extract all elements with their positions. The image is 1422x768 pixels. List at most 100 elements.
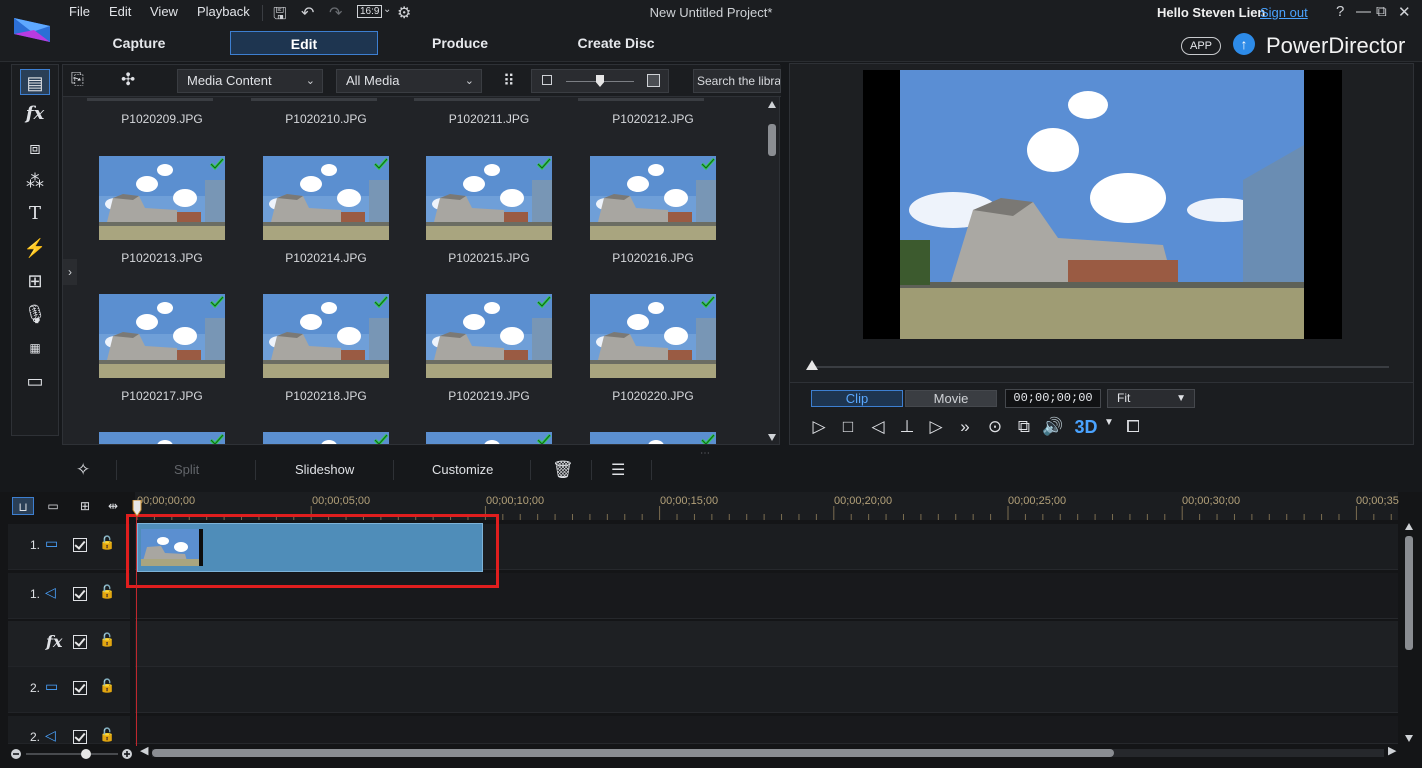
split-marker-icon[interactable]: ⊥ [894,417,920,437]
media-thumbnail-partial[interactable] [251,98,377,101]
media-filter-select[interactable]: All Media ⌄ [336,69,482,93]
tab-capture[interactable]: Capture [65,31,213,55]
track-manager-icon[interactable]: ⊞ [74,497,96,515]
restore-icon[interactable]: ⧉ [1376,3,1387,20]
media-thumbnail-partial[interactable] [87,98,213,101]
media-thumbnail[interactable] [263,432,389,444]
media-thumbnail[interactable] [590,294,716,378]
panel-resize-grip-icon[interactable]: ⋯ [700,448,710,459]
next-frame-icon[interactable]: ▷ [923,417,949,437]
undock-preview-icon[interactable]: ⧠ [1120,417,1146,437]
chapter-icon[interactable]: ▦ [20,335,50,361]
preview-video-frame[interactable] [863,70,1342,339]
close-icon[interactable]: ✕ [1398,3,1411,21]
3d-caret-icon[interactable]: ▼ [1096,417,1122,428]
help-icon[interactable]: ? [1336,3,1344,20]
media-thumbnail[interactable] [99,432,225,444]
pip-icon[interactable]: ⧈ [20,135,50,161]
fit-timeline-icon[interactable]: ⇹ [102,497,124,515]
large-thumbnail-icon[interactable] [647,74,660,87]
timeline-playhead[interactable] [136,506,137,746]
split-button[interactable]: Split [174,462,199,477]
volume-icon[interactable]: 🔊 [1040,417,1066,437]
customize-button[interactable]: Customize [432,462,493,477]
tab-create-disc[interactable]: Create Disc [542,31,690,55]
thumbnail-size-handle[interactable] [596,75,604,87]
playhead-handle[interactable] [131,500,143,518]
media-thumbnail[interactable] [426,156,552,240]
media-thumbnail[interactable] [426,432,552,444]
media-thumbnail[interactable] [426,294,552,378]
track-enable-checkbox[interactable] [73,681,87,695]
track-enable-checkbox[interactable] [73,538,87,552]
lock-icon[interactable]: 🔓 [99,727,115,743]
timeline-view-icon[interactable]: ⊔ [12,497,34,515]
preview-panel: Clip Movie 00;00;00;00 Fit ▼ ▷ □ ◁ ⊥ ▷ »… [789,63,1414,445]
previous-frame-icon[interactable]: ◁ [865,417,891,437]
scroll-left-arrow-icon[interactable]: ◀ [140,744,148,757]
media-thumbnail[interactable] [590,432,716,444]
subtitle-icon[interactable]: ▭ [20,368,50,394]
delete-trash-icon[interactable]: 🗑 [552,460,574,480]
preview-scrub-track[interactable] [811,366,1389,368]
particle-icon[interactable]: ⁂ [20,168,50,194]
lock-icon[interactable]: 🔓 [99,584,115,600]
tab-produce[interactable]: Produce [386,31,534,55]
lock-icon[interactable]: 🔓 [99,535,115,551]
upgrade-arrow-icon[interactable]: ↑ [1233,33,1255,55]
zoom-fit-select[interactable]: Fit ▼ [1107,389,1195,408]
media-thumbnail[interactable] [263,294,389,378]
timeline-vertical-scrollbar[interactable] [1402,520,1416,745]
media-content-select[interactable]: Media Content ⌄ [177,69,323,93]
slideshow-button[interactable]: Slideshow [295,462,354,477]
track-lane-fx[interactable] [135,621,1398,667]
track-lane-audio-2[interactable] [135,716,1398,744]
voiceover-icon[interactable]: 🎙 [20,301,50,327]
view-grid-icon[interactable]: ⠿ [503,71,515,91]
media-thumbnail-partial[interactable] [414,98,540,101]
media-filename: P1020212.JPG [612,112,694,126]
audio-mixing-icon[interactable]: ⊞ [20,268,50,294]
media-thumbnail[interactable] [99,156,225,240]
stop-icon[interactable]: □ [835,417,861,437]
plugins-icon[interactable]: ✣ [121,70,135,90]
import-media-icon[interactable]: ⎘ [71,71,84,89]
lock-icon[interactable]: 🔓 [99,678,115,694]
library-scrollbar[interactable] [765,98,779,444]
timeline-view-tools: ⊔ ▭ ⊞ ⇹ [10,496,128,518]
transition-icon[interactable]: ⚡ [20,235,50,261]
movie-mode-button[interactable]: Movie [905,390,997,407]
timeline-scroll-thumb[interactable] [152,749,1114,757]
timecode-display[interactable]: 00;00;00;00 [1005,389,1101,408]
tab-edit[interactable]: Edit [230,31,378,55]
title-icon[interactable]: T [20,201,50,227]
track-enable-checkbox[interactable] [73,587,87,601]
magic-tools-icon[interactable]: ✧ [76,460,90,480]
expand-panel-chevron-icon[interactable]: › [63,259,77,285]
minimize-icon[interactable]: — [1356,3,1371,20]
scroll-right-arrow-icon[interactable]: ▶ [1388,744,1396,757]
fast-forward-icon[interactable]: » [952,417,978,437]
media-room-icon[interactable]: ▤ [20,69,50,95]
media-thumbnail[interactable] [99,294,225,378]
track-enable-checkbox[interactable] [73,730,87,744]
play-icon[interactable]: ▷ [806,417,832,437]
media-thumbnail[interactable] [590,156,716,240]
media-thumbnail-partial[interactable] [578,98,704,101]
media-thumbnail[interactable] [263,156,389,240]
small-thumbnail-icon[interactable] [542,75,552,85]
lock-icon[interactable]: 🔓 [99,632,115,648]
storyboard-view-icon[interactable]: ▭ [42,497,64,515]
app-badge[interactable]: APP [1181,37,1221,55]
fx-icon[interactable]: fx [20,101,50,127]
track-enable-checkbox[interactable] [73,635,87,649]
library-search-input[interactable] [693,69,781,93]
sign-out-link[interactable]: Sign out [1260,5,1308,20]
preview-window-icon[interactable]: ⧉ [1011,417,1037,437]
clip-mode-button[interactable]: Clip [811,390,903,407]
track-lane-video-2[interactable] [135,667,1398,713]
timeline-zoom-slider[interactable] [10,747,134,761]
more-options-icon[interactable]: ☰ [611,460,625,480]
snapshot-camera-icon[interactable]: ⊙ [982,417,1008,437]
preview-scrub-handle[interactable] [806,360,818,370]
